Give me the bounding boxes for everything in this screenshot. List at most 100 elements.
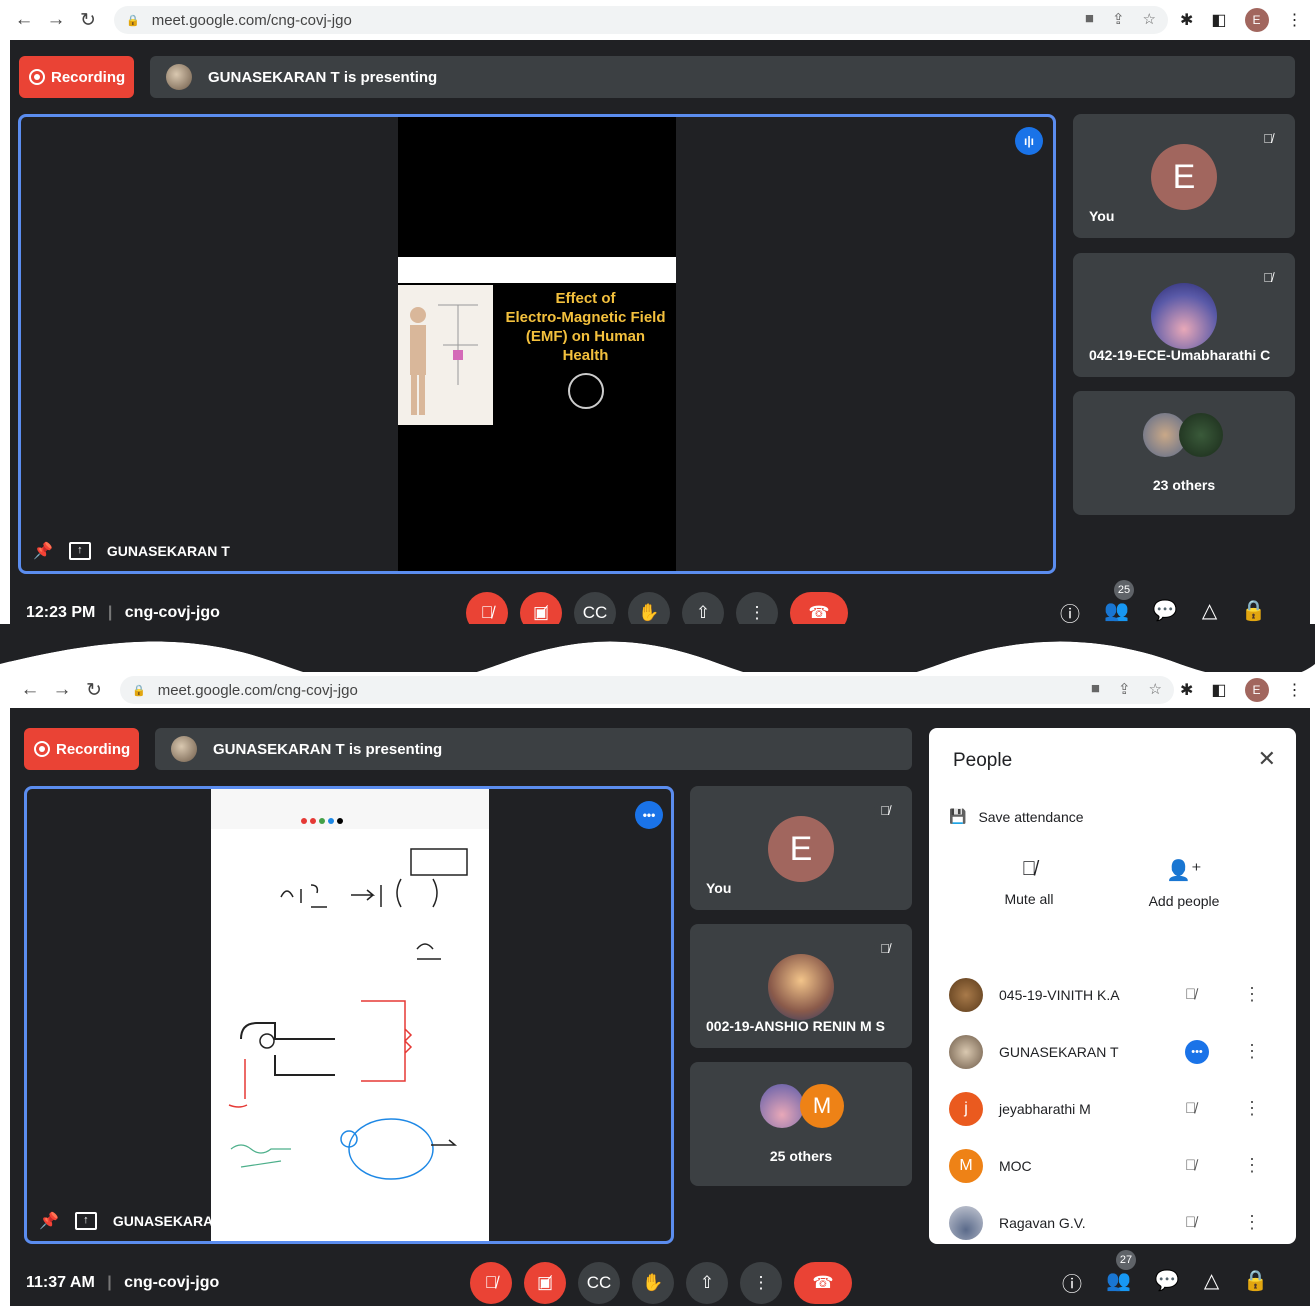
tile-others[interactable]: M 25 others: [690, 1062, 912, 1186]
slide-diagram: [398, 285, 493, 425]
mic-off-icon: 🎙̸: [1257, 267, 1279, 289]
mic-toggle-button[interactable]: 🎙̸: [470, 1262, 512, 1304]
menu-icon[interactable]: ⋮: [1287, 10, 1303, 30]
menu-icon[interactable]: ⋮: [1287, 680, 1303, 700]
sidepanel-icon[interactable]: ◧: [1211, 10, 1226, 30]
mic-off-icon: 🎙̸: [1185, 1100, 1197, 1117]
recording-button[interactable]: Recording: [24, 728, 139, 770]
more-options-button[interactable]: ⋮: [740, 1262, 782, 1304]
tile-name: 002-19-ANSHIO RENIN M S: [706, 1018, 885, 1034]
avatar: [1179, 413, 1223, 457]
meeting-code: cng-covj-jgo: [124, 1274, 220, 1291]
chat-icon[interactable]: 💬: [1153, 598, 1178, 627]
share-icon[interactable]: ⇪: [1112, 10, 1125, 28]
mic-off-icon: 🎙̸: [1021, 858, 1037, 880]
more-vert-icon[interactable]: ⋮: [1243, 1041, 1261, 1062]
more-vert-icon[interactable]: ⋮: [1243, 1155, 1261, 1176]
people-icon[interactable]: 👥 27: [1106, 1250, 1136, 1297]
chat-icon[interactable]: 💬: [1155, 1268, 1180, 1297]
forward-icon[interactable]: →: [40, 9, 72, 31]
avatar: [1151, 283, 1217, 349]
pin-icon[interactable]: 📌: [33, 541, 53, 561]
lock-icon: 🔒: [132, 684, 146, 697]
record-icon: [34, 741, 50, 757]
extensions-icon[interactable]: ✱: [1180, 10, 1193, 30]
list-item[interactable]: 045-19-VINITH K.A 🎙̸ ⋮: [929, 966, 1296, 1023]
profile-avatar[interactable]: E: [1244, 678, 1269, 702]
recording-label: Recording: [56, 740, 131, 758]
tile-participant[interactable]: 🎙̸ 002-19-ANSHIO RENIN M S: [690, 924, 912, 1048]
back-icon[interactable]: ←: [8, 9, 40, 31]
screenshot-top: ← → ↻ 🔒 meet.google.com/cng-covj-jgo ■ ⇪…: [0, 0, 1315, 665]
host-controls-icon[interactable]: 🔒: [1243, 1268, 1268, 1297]
more-vert-icon[interactable]: ⋮: [1243, 1098, 1261, 1119]
participant-name: jeyabharathi M: [999, 1100, 1091, 1117]
host-controls-icon[interactable]: 🔒: [1241, 598, 1266, 627]
present-button[interactable]: ⇧: [686, 1262, 728, 1304]
recording-button[interactable]: Recording: [19, 56, 134, 98]
profile-avatar[interactable]: E: [1244, 8, 1269, 32]
extensions-icon[interactable]: ✱: [1180, 680, 1193, 700]
activities-icon[interactable]: △: [1204, 1268, 1219, 1297]
tile-name: You: [1089, 208, 1115, 224]
list-item[interactable]: j jeyabharathi M 🎙̸ ⋮: [929, 1080, 1296, 1137]
camera-icon[interactable]: ■: [1091, 680, 1100, 698]
reload-icon[interactable]: ↻: [72, 9, 104, 32]
share-icon[interactable]: ⇪: [1118, 680, 1131, 698]
avatar: E: [768, 816, 834, 882]
close-icon[interactable]: ✕: [1258, 746, 1276, 772]
reload-icon[interactable]: ↻: [78, 679, 110, 702]
info-icon[interactable]: ⓘ: [1060, 598, 1080, 627]
participant-list: 045-19-VINITH K.A 🎙̸ ⋮ GUNASEKARAN T •••…: [929, 966, 1296, 1251]
add-people-button[interactable]: 👤⁺ Add people: [1124, 858, 1244, 909]
info-icon[interactable]: ⓘ: [1062, 1268, 1082, 1297]
camera-toggle-button[interactable]: ▣̸: [524, 1262, 566, 1304]
slide-title-line: (EMF) on Human: [525, 328, 646, 345]
list-item[interactable]: GUNASEKARAN T ••• ⋮: [929, 1023, 1296, 1080]
activities-icon[interactable]: △: [1202, 598, 1217, 627]
participant-name: 045-19-VINITH K.A: [999, 986, 1120, 1003]
avatar: M: [949, 1148, 983, 1183]
back-icon[interactable]: ←: [14, 679, 46, 701]
stage-label: 📌 ↑ GUNASEKARAN T: [39, 1211, 236, 1231]
sidepanel-icon[interactable]: ◧: [1211, 680, 1226, 700]
list-item[interactable]: M MOC 🎙̸ ⋮: [929, 1137, 1296, 1194]
main-stage[interactable]: ••• 📌 ↑ GUNASEKARAN T: [24, 786, 674, 1244]
presenting-text: GUNASEKARAN T is presenting: [213, 740, 443, 758]
more-vert-icon[interactable]: ⋮: [1243, 1212, 1261, 1233]
address-bar[interactable]: 🔒 meet.google.com/cng-covj-jgo ■ ⇪ ☆: [120, 676, 1174, 704]
people-icon[interactable]: 👥 25: [1104, 580, 1134, 627]
presenting-banner: GUNASEKARAN T is presenting: [155, 728, 912, 770]
star-icon[interactable]: ☆: [1149, 680, 1162, 698]
raise-hand-button[interactable]: ✋: [632, 1262, 674, 1304]
save-attendance-label: Save attendance: [978, 808, 1084, 825]
mic-off-icon: 🎙̸: [1185, 1214, 1197, 1231]
shared-screen: Effect of Electro-Magnetic Field (EMF) o…: [398, 117, 676, 571]
star-icon[interactable]: ☆: [1143, 10, 1156, 28]
handwritten-notes: [211, 789, 489, 1180]
more-indicator-icon: •••: [635, 801, 663, 829]
more-vert-icon[interactable]: ⋮: [1243, 984, 1261, 1005]
record-icon: [29, 69, 45, 85]
mic-off-icon: 🎙̸: [874, 938, 896, 960]
meet-window: Recording GUNASEKARAN T is presenting: [10, 40, 1310, 665]
avatar: E: [1151, 144, 1217, 210]
meeting-controls: 11:37 AM | cng-covj-jgo 🎙̸ ▣̸ CC ✋ ⇧ ⋮ ☎…: [10, 1250, 1310, 1306]
tile-you[interactable]: E 🎙̸ You: [690, 786, 912, 910]
address-bar[interactable]: 🔒 meet.google.com/cng-covj-jgo ■ ⇪ ☆: [114, 6, 1168, 34]
mute-all-button[interactable]: 🎙̸ Mute all: [969, 858, 1089, 907]
leave-call-button[interactable]: ☎: [794, 1262, 852, 1304]
captions-button[interactable]: CC: [578, 1262, 620, 1304]
tile-you[interactable]: E 🎙̸ You: [1073, 114, 1295, 238]
pin-icon[interactable]: 📌: [39, 1211, 59, 1231]
save-attendance-button[interactable]: 💾 Save attendance: [949, 808, 1084, 825]
tile-others[interactable]: 23 others: [1073, 391, 1295, 515]
camera-icon[interactable]: ■: [1085, 10, 1094, 28]
slide-title-line: Health: [562, 347, 609, 364]
meeting-info: 11:37 AM | cng-covj-jgo: [26, 1274, 220, 1291]
forward-icon[interactable]: →: [46, 679, 78, 701]
main-stage[interactable]: Effect of Electro-Magnetic Field (EMF) o…: [18, 114, 1056, 574]
present-icon: ↑: [74, 1212, 97, 1230]
list-item[interactable]: Ragavan G.V. 🎙̸ ⋮: [929, 1194, 1296, 1251]
tile-participant[interactable]: 🎙̸ 042-19-ECE-Umabharathi C: [1073, 253, 1295, 377]
